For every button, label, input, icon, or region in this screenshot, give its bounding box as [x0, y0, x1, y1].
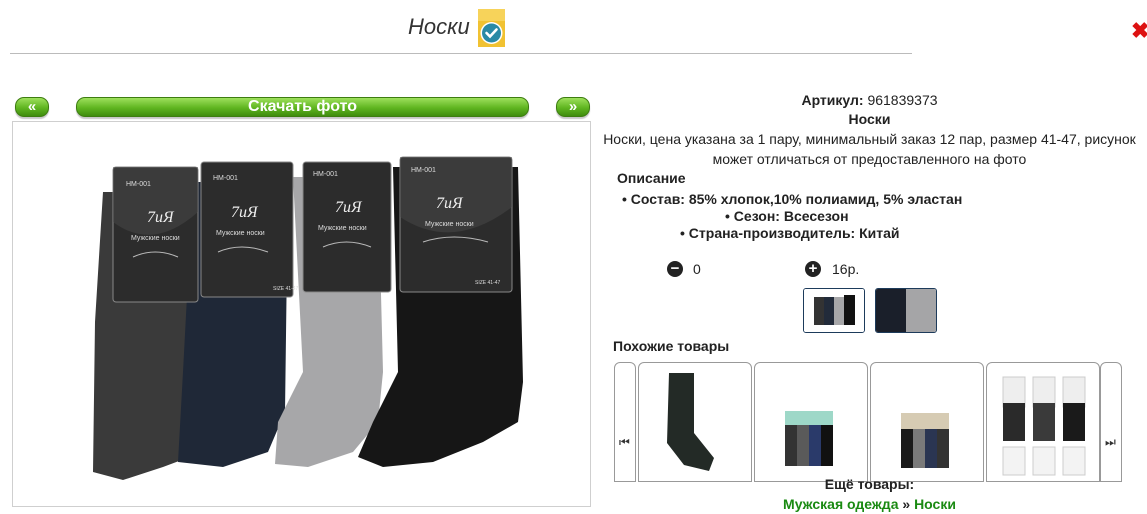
- similar-product-card[interactable]: [870, 362, 984, 482]
- similar-products-title: Похожие товары: [613, 338, 730, 354]
- similar-product-card[interactable]: [986, 362, 1100, 482]
- pack-label-code: HM-001: [126, 181, 151, 188]
- pack-text: Мужские носки: [318, 225, 367, 232]
- pack-label-code: HM-001: [411, 167, 436, 174]
- pack-brand: 7иЯ: [147, 209, 175, 226]
- article-label: Артикул:: [801, 92, 864, 108]
- product-thumbnail-image: [901, 413, 949, 468]
- title-divider: [10, 53, 912, 54]
- next-photo-button[interactable]: »: [556, 97, 590, 117]
- breadcrumb: Мужская одежда » Носки: [592, 494, 1147, 514]
- page-title: Носки: [408, 14, 470, 39]
- pack-brand: 7иЯ: [335, 199, 363, 216]
- pack-label-code: HM-001: [213, 175, 238, 182]
- quantity-value: 0: [693, 261, 701, 277]
- thumbnail-image: [804, 289, 864, 332]
- product-thumbnail-image: [785, 411, 833, 466]
- product-thumbnail-image: [667, 373, 714, 471]
- product-thumbnail-image: [1002, 376, 1086, 476]
- pack-size: SIZE 41-47: [273, 286, 299, 292]
- article-row: Артикул: 961839373: [592, 90, 1147, 110]
- photo-thumbnail-1[interactable]: [803, 288, 865, 333]
- spec-country: • Страна-производитель: Китай: [680, 225, 900, 241]
- pack-label-code: HM-001: [313, 171, 338, 178]
- article-value: 961839373: [867, 92, 938, 108]
- similar-product-card[interactable]: [754, 362, 868, 482]
- spec-composition: • Состав: 85% хлопок,10% полиамид, 5% эл…: [622, 191, 963, 207]
- spec-season-text: Сезон: Всесезон: [733, 208, 849, 224]
- carousel-prev-button[interactable]: ⏮: [614, 362, 636, 482]
- carousel-next-button[interactable]: ⏭: [1100, 362, 1122, 482]
- pack-size: SIZE 41-47: [475, 280, 501, 286]
- verified-badge-icon: [478, 9, 505, 47]
- photo-thumbnail-2[interactable]: [875, 288, 937, 333]
- spec-season: • Сезон: Всесезон: [725, 208, 849, 224]
- similar-product-card[interactable]: [638, 362, 752, 482]
- spec-composition-text: Состав: 85% хлопок,10% полиамид, 5% элас…: [630, 191, 963, 207]
- pack-brand: 7иЯ: [231, 204, 259, 221]
- pack-text: Мужские носки: [425, 221, 474, 228]
- thumbnail-image: [876, 289, 936, 332]
- description-title: Описание: [617, 170, 686, 186]
- quantity-plus-button[interactable]: +: [805, 261, 821, 277]
- pack-text: Мужские носки: [216, 230, 265, 237]
- pack-brand: 7иЯ: [436, 195, 464, 212]
- skip-forward-icon: ⏭: [1105, 435, 1116, 449]
- quantity-minus-button[interactable]: −: [667, 261, 683, 277]
- price-value: 16р.: [832, 261, 860, 277]
- more-products: Ещё товары: Мужская одежда » Носки: [592, 474, 1147, 514]
- download-photo-button[interactable]: Скачать фото: [76, 97, 529, 117]
- page-header: Носки: [0, 0, 920, 56]
- product-photo[interactable]: HM-001 HM-001 HM-001 HM-001 7иЯ 7иЯ 7иЯ …: [12, 121, 591, 507]
- close-icon[interactable]: ✖: [1131, 18, 1147, 44]
- product-name: Носки: [848, 111, 891, 127]
- skip-back-icon: ⏮: [619, 435, 630, 449]
- more-products-label: Ещё товары:: [824, 476, 915, 492]
- socks-photo-image: HM-001 HM-001 HM-001 HM-001 7иЯ 7иЯ 7иЯ …: [93, 156, 523, 480]
- prev-photo-button[interactable]: «: [15, 97, 49, 117]
- spec-country-text: Страна-производитель: Китай: [688, 225, 900, 241]
- product-description: Носки, цена указана за 1 пару, минимальн…: [603, 131, 1136, 167]
- pack-text: Мужские носки: [131, 235, 180, 242]
